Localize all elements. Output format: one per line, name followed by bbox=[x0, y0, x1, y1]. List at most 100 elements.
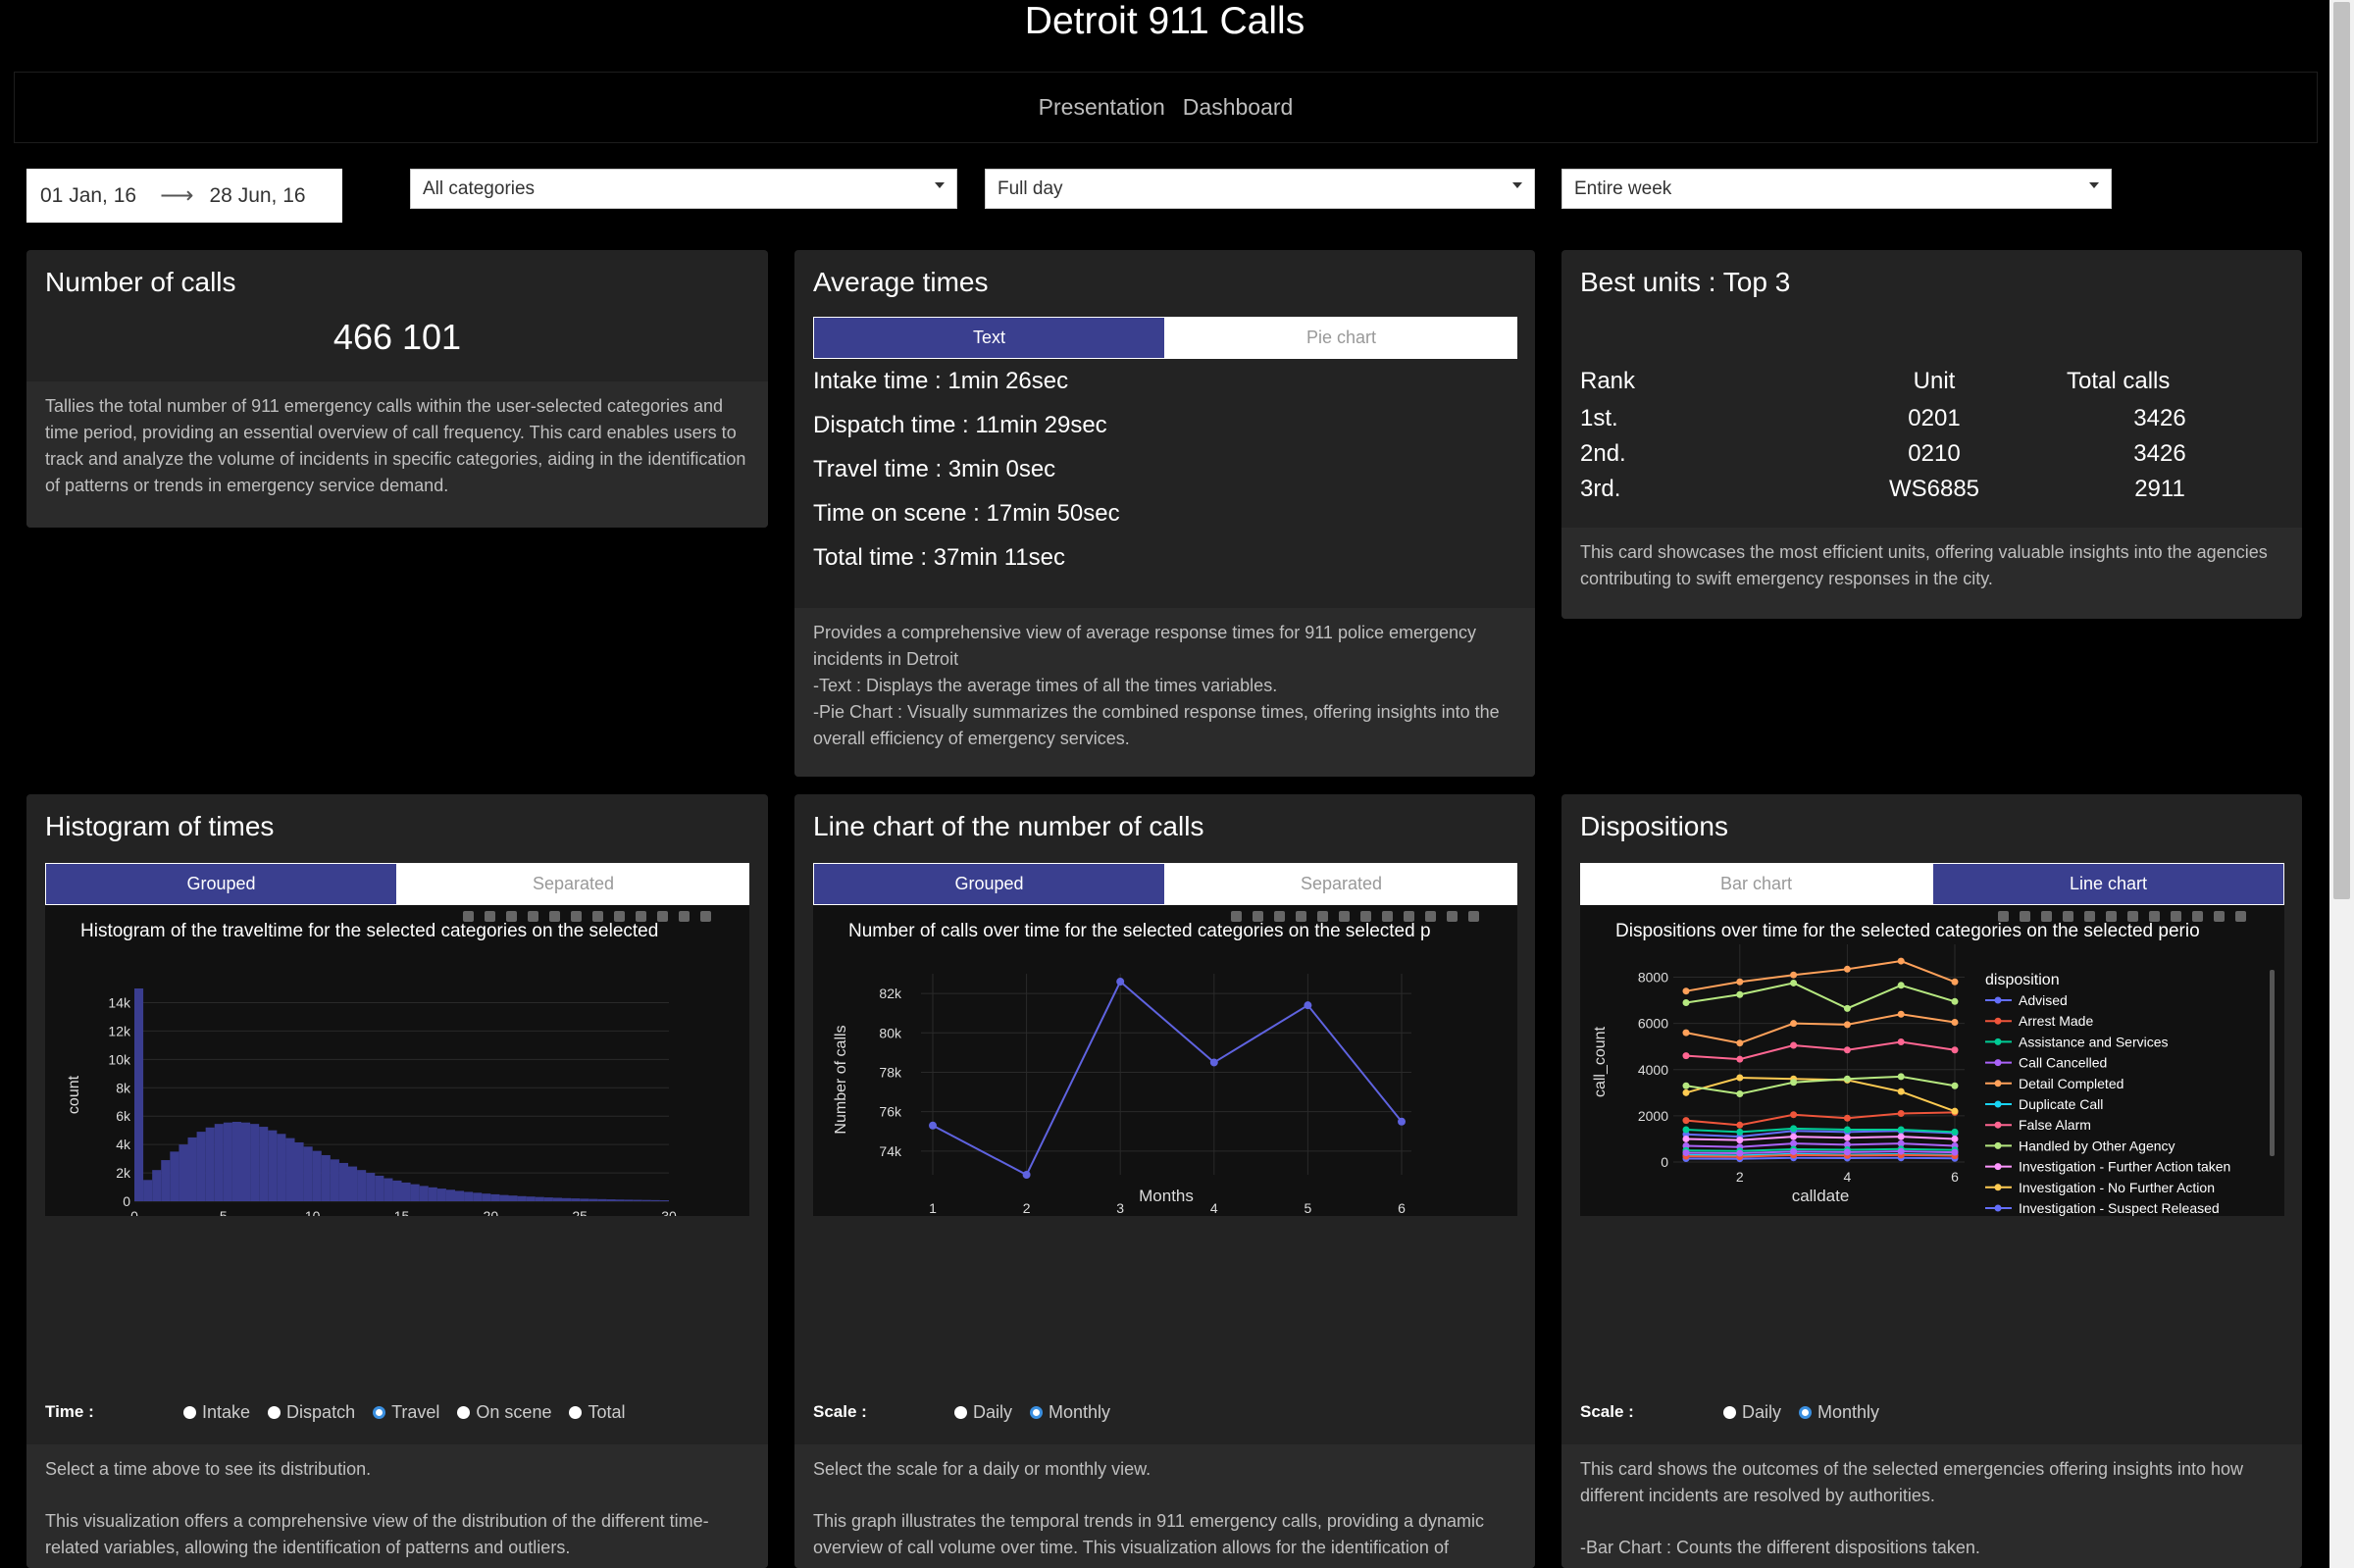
histogram-bar bbox=[526, 1196, 536, 1201]
radio-dispatch[interactable]: Dispatch bbox=[268, 1402, 355, 1423]
histogram-help: Select a time above to see its distribut… bbox=[45, 1459, 372, 1479]
nav-dashboard[interactable]: Dashboard bbox=[1183, 94, 1294, 121]
modebar-icon bbox=[549, 911, 560, 922]
data-point bbox=[1951, 1148, 1959, 1156]
legend-label: Call Cancelled bbox=[2019, 1055, 2107, 1071]
histogram-plot[interactable]: Histogram of the traveltime for the sele… bbox=[45, 905, 749, 1249]
y-tick-label: 0 bbox=[123, 1193, 130, 1209]
line-plot[interactable]: Number of calls over time for the select… bbox=[813, 905, 1517, 1216]
modebar-icon bbox=[506, 911, 517, 922]
tab-grouped[interactable]: Grouped bbox=[813, 863, 1165, 905]
date-start-input[interactable]: 01 Jan, 16 bbox=[40, 184, 136, 208]
histogram-bar bbox=[419, 1186, 429, 1201]
y-axis-title: Number of calls bbox=[833, 1025, 849, 1134]
average-times-desc-line: Provides a comprehensive view of average… bbox=[813, 623, 1477, 669]
histogram-bar bbox=[455, 1190, 465, 1201]
y-tick-label: 6k bbox=[116, 1108, 131, 1124]
data-point bbox=[929, 1121, 937, 1130]
x-tick-label: 15 bbox=[394, 1208, 410, 1216]
legend-label: Detail Completed bbox=[2019, 1076, 2124, 1091]
rank-cell: 3rd. bbox=[1580, 476, 1621, 502]
x-tick-label: 4 bbox=[1844, 1169, 1852, 1185]
total-calls-header: Total calls bbox=[2067, 368, 2171, 394]
legend-label: Handled by Other Agency bbox=[2019, 1138, 2175, 1153]
y-tick-label: 8k bbox=[116, 1080, 131, 1095]
modebar-icon bbox=[1468, 911, 1479, 922]
unit-cell: WS6885 bbox=[1888, 476, 1980, 502]
histogram-bar bbox=[562, 1197, 572, 1201]
histogram-title: Histogram of times bbox=[45, 811, 275, 841]
radio-on-scene[interactable]: On scene bbox=[457, 1402, 551, 1423]
radio-total[interactable]: Total bbox=[569, 1402, 626, 1423]
radio-daily[interactable]: Daily bbox=[954, 1402, 1012, 1423]
tab-separated[interactable]: Separated bbox=[397, 863, 749, 905]
modebar-icon bbox=[636, 911, 646, 922]
data-point bbox=[1790, 1079, 1798, 1087]
series-line bbox=[1685, 1142, 1956, 1148]
y-tick-label: 10k bbox=[108, 1051, 131, 1067]
histogram-bar bbox=[268, 1130, 278, 1201]
dispositions-plot[interactable]: Dispositions over time for the selected … bbox=[1580, 905, 2284, 1299]
x-tick-label: 5 bbox=[1305, 1200, 1312, 1216]
histogram-bar bbox=[348, 1166, 358, 1201]
daytime-dropdown[interactable]: Full day bbox=[985, 169, 1535, 209]
histogram-bar bbox=[294, 1141, 304, 1201]
tab-line-chart[interactable]: Line chart bbox=[1932, 863, 2284, 905]
data-point bbox=[1897, 1110, 1905, 1118]
week-dropdown[interactable]: Entire week bbox=[1561, 169, 2112, 209]
modebar-icon bbox=[485, 911, 495, 922]
modebar-icon bbox=[614, 911, 625, 922]
radio-label: Monthly bbox=[1049, 1402, 1111, 1422]
radio-icon bbox=[268, 1406, 281, 1419]
radio-daily[interactable]: Daily bbox=[1723, 1402, 1781, 1423]
data-point bbox=[1897, 1073, 1905, 1081]
radio-travel[interactable]: Travel bbox=[373, 1402, 439, 1423]
histogram-bar bbox=[650, 1199, 660, 1201]
radio-monthly[interactable]: Monthly bbox=[1030, 1402, 1110, 1423]
data-point bbox=[1897, 1133, 1905, 1140]
series-line bbox=[1685, 1136, 1956, 1141]
nav-presentation[interactable]: Presentation bbox=[1039, 94, 1165, 121]
data-point bbox=[1736, 1074, 1744, 1082]
tab-bar-chart[interactable]: Bar chart bbox=[1580, 863, 1932, 905]
best-units-title: Best units : Top 3 bbox=[1580, 267, 1791, 297]
histogram-bar bbox=[580, 1198, 589, 1201]
data-point bbox=[1682, 1117, 1690, 1125]
x-tick-label: 25 bbox=[572, 1208, 588, 1216]
radio-intake[interactable]: Intake bbox=[183, 1402, 250, 1423]
tab-grouped[interactable]: Grouped bbox=[45, 863, 397, 905]
tab-text[interactable]: Text bbox=[813, 317, 1165, 359]
chevron-down-icon bbox=[1512, 182, 1522, 188]
histogram-bar bbox=[179, 1144, 188, 1201]
modebar-icon bbox=[1998, 911, 2009, 922]
date-end-input[interactable]: 28 Jun, 16 bbox=[210, 184, 306, 208]
category-dropdown[interactable]: All categories bbox=[410, 169, 957, 209]
radio-icon bbox=[183, 1406, 196, 1419]
line-chart-tabs: Grouped Separated bbox=[813, 863, 1517, 905]
data-point bbox=[1116, 978, 1125, 986]
radio-label: Daily bbox=[1742, 1402, 1782, 1422]
date-range-picker[interactable]: 01 Jan, 16 ⟶ 28 Jun, 16 bbox=[26, 169, 342, 223]
histogram-bar bbox=[250, 1124, 260, 1201]
data-point bbox=[1951, 1018, 1959, 1026]
dispositions-chart: Dispositions over time for the selected … bbox=[1592, 911, 2275, 1299]
radio-monthly[interactable]: Monthly bbox=[1799, 1402, 1879, 1423]
scrollbar-thumb[interactable] bbox=[2333, 2, 2350, 899]
histogram-bar bbox=[357, 1170, 367, 1201]
dispatch-time-text: Dispatch time : 11min 29sec bbox=[813, 412, 1107, 438]
series-line bbox=[1685, 1040, 1956, 1061]
daytime-selected: Full day bbox=[998, 177, 1063, 199]
histogram-bar bbox=[143, 1180, 153, 1201]
series-line bbox=[1685, 982, 1956, 1010]
calls-card: Number of calls 466 101 Tallies the tota… bbox=[26, 250, 768, 528]
intake-time-text: Intake time : 1min 26sec bbox=[813, 368, 1069, 394]
line-chart-title: Line chart of the number of calls bbox=[813, 811, 1204, 841]
tab-separated[interactable]: Separated bbox=[1165, 863, 1517, 905]
tab-pie-chart[interactable]: Pie chart bbox=[1165, 317, 1517, 359]
x-tick-label: 10 bbox=[305, 1208, 321, 1216]
histogram-bar bbox=[624, 1199, 634, 1201]
line-chart-card: Line chart of the number of calls Groupe… bbox=[794, 794, 1535, 1568]
histogram-bar bbox=[366, 1173, 376, 1201]
y-tick-label: 0 bbox=[1661, 1154, 1668, 1170]
data-point bbox=[1790, 971, 1798, 979]
